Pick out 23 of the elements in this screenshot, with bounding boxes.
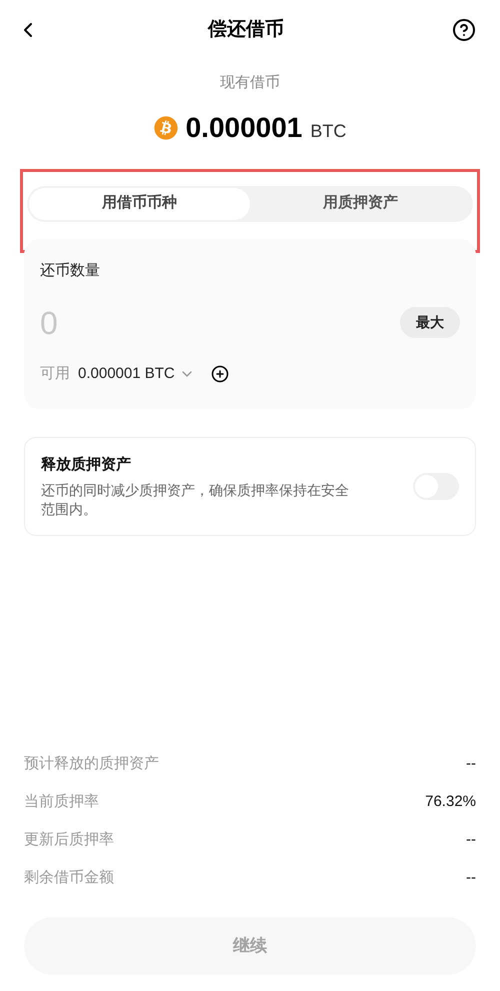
summary-label: 预计释放的质押资产	[24, 754, 159, 774]
summary-value: --	[466, 754, 476, 774]
balance-unit: BTC	[310, 120, 346, 143]
summary-value: 76.32%	[425, 792, 476, 812]
balance-label: 现有借币	[220, 73, 280, 93]
mode-tab[interactable]: 用借币币种	[29, 188, 250, 220]
summary-value: --	[466, 830, 476, 850]
available-label: 可用	[40, 364, 70, 384]
max-button[interactable]: 最大	[400, 307, 460, 338]
release-title: 释放质押资产	[41, 455, 132, 475]
summary-value: --	[466, 868, 476, 888]
page-title: 偿还借币	[208, 18, 284, 42]
summary-label: 剩余借币金额	[24, 868, 114, 888]
summary-label: 当前质押率	[24, 792, 99, 812]
release-description: 还币的同时减少质押资产，确保质押率保持在安全范围内。	[41, 480, 350, 518]
help-icon[interactable]	[452, 18, 476, 42]
repay-label: 还币数量	[40, 262, 100, 278]
available-value: 0.000001 BTC	[78, 364, 175, 384]
bitcoin-icon	[154, 116, 178, 140]
plus-circle-icon[interactable]	[210, 364, 229, 383]
balance-amount: 0.000001	[186, 110, 302, 144]
mode-tab[interactable]: 用质押资产	[250, 188, 471, 220]
summary-label: 更新后质押率	[24, 830, 114, 850]
